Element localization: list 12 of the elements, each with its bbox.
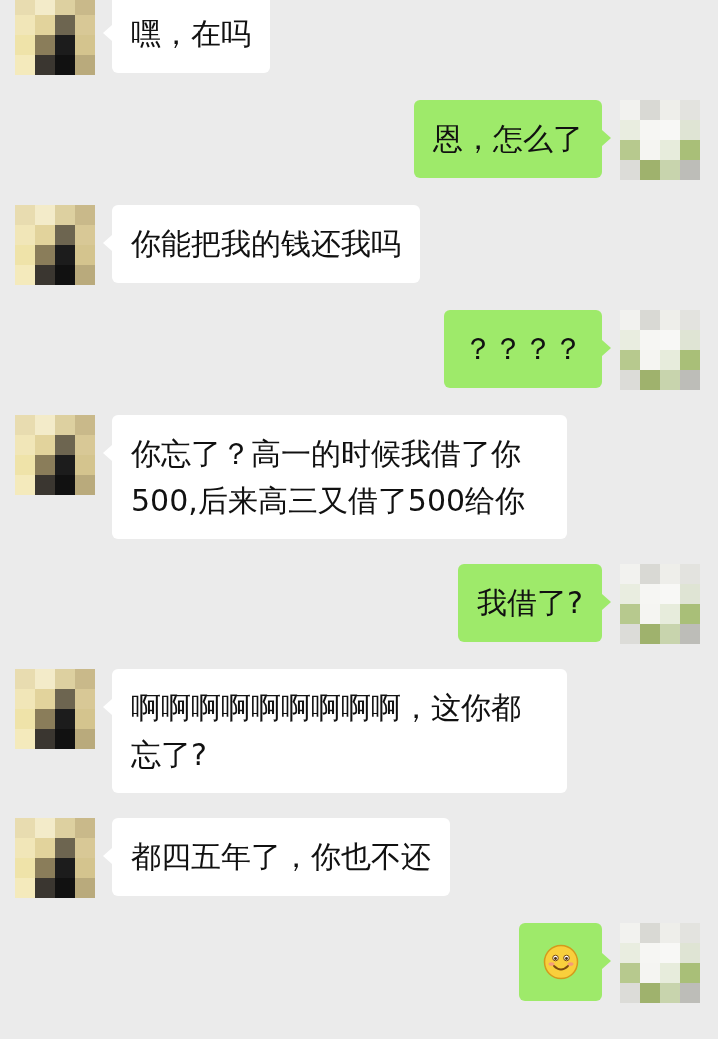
message-bubble: 你能把我的钱还我吗 [112,205,420,283]
message-bubble: 你忘了？高一的时候我借了你500,后来高三又借了500给你 [112,415,567,539]
smiley-icon [542,944,579,980]
message-bubble: 都四五年了，你也不还 [112,818,450,896]
message-bubble: 啊啊啊啊啊啊啊啊啊，这你都忘了? [112,669,567,793]
bubble-tail [602,594,611,610]
bubble-tail [602,130,611,146]
message-bubble: 恩，怎么了 [414,100,602,178]
message-bubble: 嘿，在吗 [112,0,270,73]
message-bubble: ？？？？ [444,310,602,388]
message-bubble: 我借了? [458,564,602,642]
bubble-tail [602,340,611,356]
